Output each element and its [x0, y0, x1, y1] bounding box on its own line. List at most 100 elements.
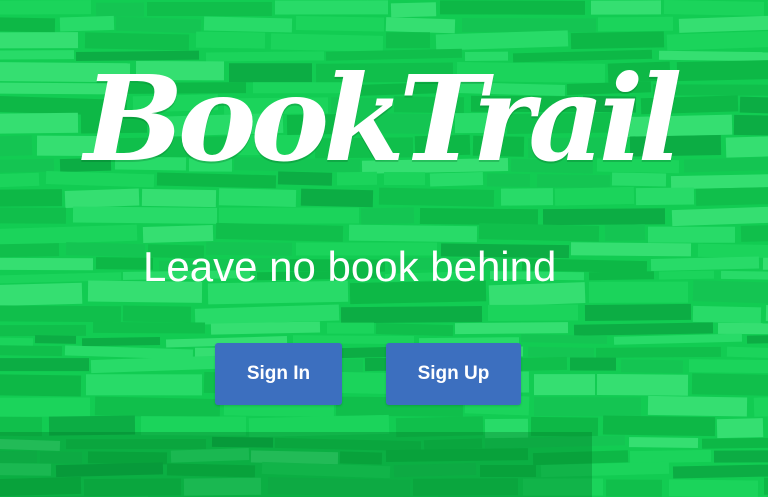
book-spine-shape	[115, 16, 202, 34]
book-spine-shape	[461, 17, 597, 33]
book-spine-shape	[520, 334, 608, 344]
book-spine-shape	[0, 243, 60, 258]
book-spine-shape	[141, 188, 217, 208]
book-spine-shape	[360, 207, 415, 225]
book-spine-shape	[716, 418, 764, 439]
book-spine-shape	[439, 0, 586, 15]
book-spine-shape	[487, 304, 579, 321]
book-spine-shape	[0, 112, 79, 134]
book-spine-shape	[390, 2, 437, 18]
book-spine-shape	[588, 281, 689, 303]
book-spine-shape	[672, 463, 768, 479]
book-spine-shape	[0, 397, 91, 417]
book-spine-shape	[0, 0, 92, 15]
tagline: Leave no book behind	[143, 243, 557, 290]
book-spine-shape	[678, 14, 768, 33]
book-spine-shape	[628, 437, 699, 449]
book-spine-shape	[647, 395, 748, 417]
book-spine-shape	[92, 321, 206, 334]
book-spine-shape	[602, 415, 716, 437]
book-spine-shape	[620, 359, 684, 374]
book-spine-shape	[90, 355, 230, 374]
book-spine-shape	[701, 437, 768, 449]
book-spine-shape	[59, 15, 115, 32]
book-spine-shape	[713, 449, 768, 463]
book-spine-shape	[0, 345, 63, 357]
book-spine-shape	[668, 479, 759, 497]
book-spine-shape	[34, 335, 77, 344]
book-spine-shape	[295, 16, 385, 32]
book-spine-shape	[573, 322, 714, 336]
book-spine-shape	[81, 336, 161, 347]
book-spine-shape	[588, 271, 655, 281]
book-spine-shape	[733, 114, 768, 138]
book-spine-shape	[0, 358, 89, 372]
book-spine-shape	[605, 479, 663, 497]
book-spine-shape	[647, 226, 736, 243]
book-spine-shape	[215, 222, 344, 242]
book-spine-shape	[435, 30, 569, 51]
book-spine-shape	[0, 158, 55, 174]
book-spine-shape	[695, 186, 768, 206]
book-spine-shape	[691, 373, 768, 397]
book-spine-shape	[629, 449, 712, 464]
book-spine-shape	[762, 257, 768, 272]
book-spine-shape	[478, 223, 600, 242]
book-spine-shape	[570, 31, 665, 50]
book-spine-shape	[692, 305, 762, 324]
book-spine-shape	[0, 374, 82, 397]
book-spine-shape	[613, 333, 743, 345]
book-spine-shape	[746, 334, 768, 344]
book-spine-shape	[697, 243, 768, 259]
book-spine-shape	[753, 396, 768, 417]
book-spine-shape	[142, 225, 214, 243]
book-spine-shape	[740, 223, 768, 242]
book-spine-shape	[595, 346, 722, 358]
book-spine-shape	[0, 337, 34, 347]
book-spine-shape	[378, 187, 495, 207]
book-spine-shape	[65, 242, 146, 258]
book-spine-shape	[454, 322, 569, 335]
book-spine-shape	[0, 172, 40, 188]
book-spine-shape	[671, 206, 768, 227]
sign-in-button[interactable]: Sign In	[215, 343, 342, 405]
sign-up-button[interactable]: Sign Up	[386, 343, 521, 405]
book-spine-shape	[0, 17, 56, 33]
book-spine-shape	[584, 303, 692, 321]
book-spine-shape	[0, 135, 33, 157]
book-spine-shape	[542, 208, 666, 226]
book-spine-shape	[0, 324, 87, 337]
book-spine-shape	[650, 256, 760, 271]
book-spine-shape	[726, 346, 768, 359]
book-spine-shape	[635, 187, 695, 206]
book-spine-shape	[515, 356, 568, 372]
book-spine-shape	[419, 207, 539, 226]
book-spine-shape	[300, 188, 374, 208]
book-spine-shape	[554, 186, 635, 206]
book-spine-shape	[604, 224, 646, 242]
book-spine-shape	[85, 374, 203, 396]
book-spine-shape	[717, 322, 768, 335]
book-spine-shape	[666, 30, 768, 51]
book-spine-shape	[0, 207, 67, 224]
book-spine-shape	[84, 32, 190, 51]
book-spine-shape	[0, 32, 79, 49]
book-spine-shape	[688, 359, 768, 374]
book-spine-shape	[590, 0, 662, 15]
book-spine-shape	[500, 188, 554, 206]
book-spine-shape	[340, 306, 483, 324]
book-spine-shape	[326, 322, 375, 334]
book-spine-shape	[218, 188, 297, 207]
book-spine-shape	[596, 373, 689, 396]
book-spine-shape	[146, 1, 273, 16]
book-spine-shape	[569, 357, 617, 371]
book-spine-shape	[274, 0, 389, 15]
book-spine-shape	[94, 396, 221, 419]
book-spine-shape	[95, 2, 145, 17]
book-spine-shape	[692, 280, 768, 305]
hero-section: BookTrail Leave no book behind Sign In S…	[0, 0, 768, 497]
book-spine-shape	[527, 346, 595, 358]
book-spine-shape	[0, 50, 75, 60]
book-spine-shape	[218, 207, 360, 224]
book-spine-shape	[375, 323, 454, 337]
